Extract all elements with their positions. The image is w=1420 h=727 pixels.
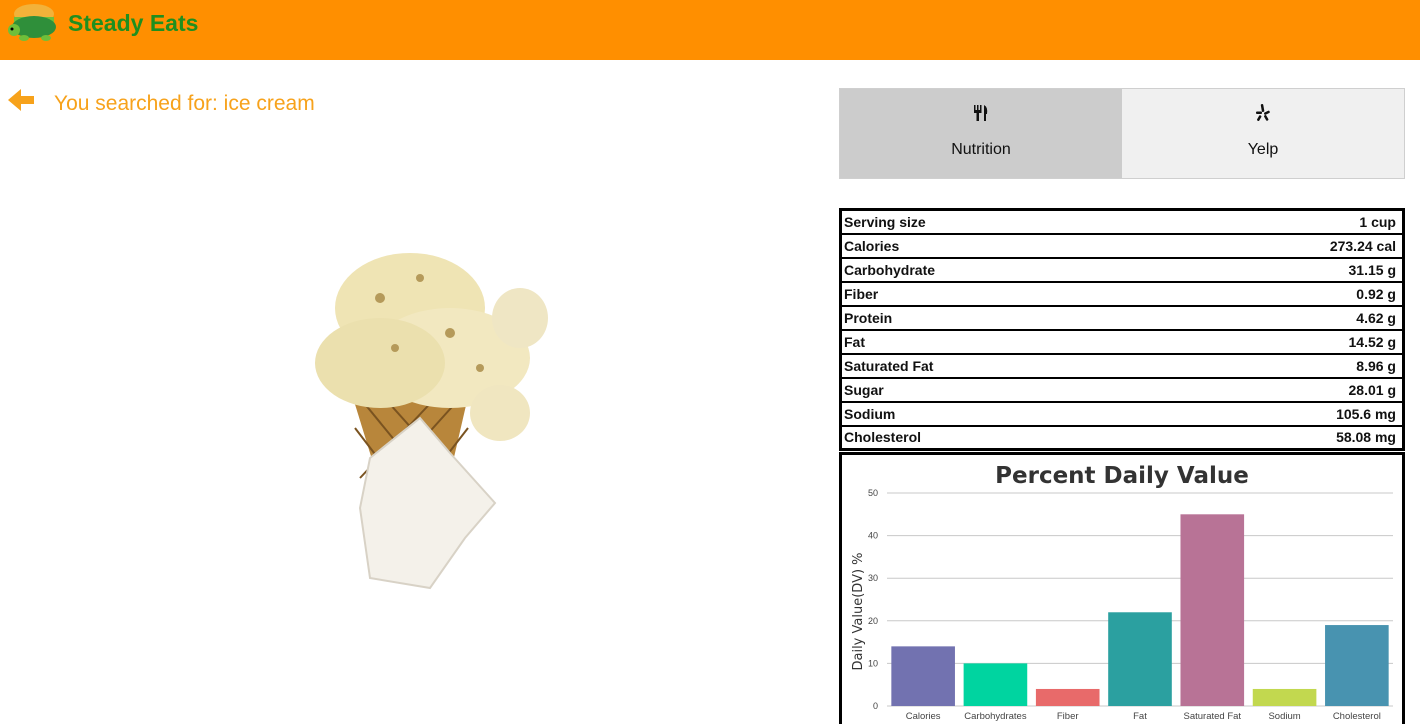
percent-daily-value-chart: Percent Daily Value 0 10 20 30 40 50 Daily Valu… [839, 452, 1405, 724]
nutrition-row: Serving size 1 cup [840, 209, 1404, 235]
bar-carbohydrates [963, 663, 1028, 706]
nutrition-row: Calories 273.24 cal [840, 233, 1404, 259]
tab-label: Nutrition [951, 141, 1011, 158]
tab-label: Yelp [1247, 141, 1279, 158]
bar-fat [1108, 612, 1172, 706]
tab-yelp[interactable]: Yelp [1122, 89, 1404, 178]
bar-fiber [1035, 688, 1100, 706]
x-tick-label: Carbohydrates [964, 711, 1027, 722]
y-tick-label: 50 [868, 488, 878, 498]
nutrient-name: Fiber [840, 281, 1162, 307]
brand-name[interactable]: Steady Eats [68, 10, 198, 37]
nutrition-row: Fat 14.52 g [840, 329, 1404, 355]
y-tick-label: 0 [873, 701, 878, 711]
nutrient-value: 273.24 cal [1161, 233, 1404, 259]
app-header: Steady Eats [0, 0, 1420, 60]
x-tick-label: Calories [906, 711, 941, 722]
nutrient-name: Serving size [840, 209, 1162, 235]
nutrient-name: Protein [840, 305, 1162, 331]
y-tick-label: 20 [868, 616, 878, 626]
bar-saturated-fat [1180, 514, 1245, 706]
nutrient-value: 58.08 mg [1161, 425, 1404, 451]
nutrient-value: 105.6 mg [1161, 401, 1404, 427]
nutrition-row: Carbohydrate 31.15 g [840, 257, 1404, 283]
y-tick-label: 30 [868, 573, 878, 583]
nutrient-value: 1 cup [1161, 209, 1404, 235]
y-tick-label: 10 [868, 658, 878, 668]
back-arrow-icon[interactable] [8, 88, 36, 112]
nutrition-row: Saturated Fat 8.96 g [840, 353, 1404, 379]
nutrient-name: Sugar [840, 377, 1162, 403]
x-tick-label: Sodium [1268, 711, 1300, 722]
tab-nutrition[interactable]: Nutrition [840, 89, 1122, 178]
y-tick-label: 40 [868, 531, 878, 541]
nutrient-value: 0.92 g [1161, 281, 1404, 307]
bar-calories [891, 646, 955, 706]
nutrition-row: Sugar 28.01 g [840, 377, 1404, 403]
nutrient-value: 4.62 g [1161, 305, 1404, 331]
nutrition-facts-table: Serving size 1 cup Calories 273.24 cal Carbo… [839, 208, 1405, 451]
nutrition-row: Cholesterol 58.08 mg [840, 425, 1404, 451]
x-tick-label: Fiber [1057, 711, 1079, 722]
nutrient-name: Fat [840, 329, 1162, 355]
nutrient-value: 28.01 g [1161, 377, 1404, 403]
ice-cream-image [315, 253, 548, 590]
bar-sodium [1252, 688, 1317, 706]
x-tick-label: Saturated Fat [1184, 711, 1242, 722]
chart-title: Percent Daily Value [995, 463, 1249, 489]
x-tick-label: Cholesterol [1333, 711, 1381, 722]
turtle-burger-logo[interactable] [6, 0, 62, 44]
nutrition-row: Sodium 105.6 mg [840, 401, 1404, 427]
info-tabs: Nutrition Yelp [839, 88, 1405, 179]
x-tick-label: Fat [1133, 711, 1147, 722]
nutrition-row: Protein 4.62 g [840, 305, 1404, 331]
nutrient-name: Saturated Fat [840, 353, 1162, 379]
search-query-label: You searched for: ice cream [54, 92, 315, 115]
y-axis-label: Daily Value(DV) % [851, 552, 866, 670]
nutrient-value: 8.96 g [1161, 353, 1404, 379]
nutrition-row: Fiber 0.92 g [840, 281, 1404, 307]
yelp-icon [1256, 104, 1270, 121]
nutrient-name: Calories [840, 233, 1162, 259]
nutrient-name: Sodium [840, 401, 1162, 427]
fork-knife-icon [974, 105, 988, 121]
nutrient-name: Cholesterol [840, 425, 1162, 451]
nutrient-value: 31.15 g [1161, 257, 1404, 283]
bar-cholesterol [1325, 625, 1389, 706]
nutrient-value: 14.52 g [1161, 329, 1404, 355]
dv-bar-chart: Percent Daily Value 0 10 20 30 40 50 Daily Valu… [851, 463, 1393, 722]
nutrient-name: Carbohydrate [840, 257, 1162, 283]
